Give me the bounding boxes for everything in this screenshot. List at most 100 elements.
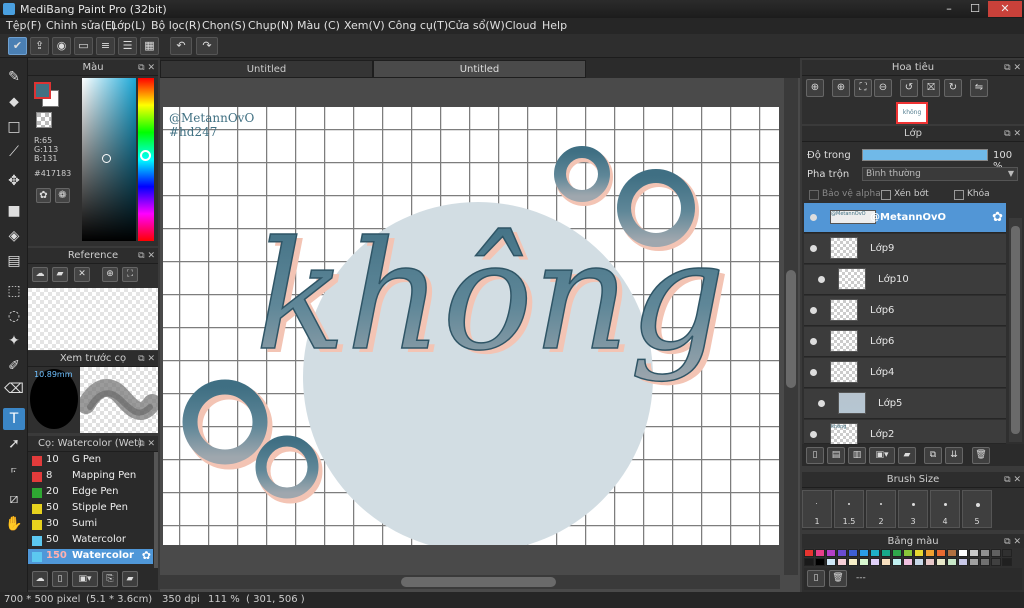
palette-swatch[interactable] <box>815 558 825 566</box>
lasso-icon[interactable]: ◌ <box>3 305 25 327</box>
eyedropper-icon[interactable]: ⟔ <box>3 458 25 480</box>
protect-alpha-checkbox[interactable] <box>809 190 819 200</box>
clipping-checkbox[interactable] <box>881 190 891 200</box>
palette-swatch[interactable] <box>1002 558 1012 566</box>
palette-swatch[interactable] <box>936 558 946 566</box>
eye-icon[interactable] <box>818 400 825 407</box>
brush-item[interactable]: 20 Edge Pen <box>28 485 153 500</box>
palette-add-icon[interactable]: ❁ <box>55 188 70 203</box>
reset-view-icon[interactable]: ⛝ <box>922 79 940 97</box>
brush-item[interactable]: 30 Sumi <box>28 517 153 532</box>
layer-row[interactable]: Lớp4 <box>804 358 1006 388</box>
layer-row[interactable]: @MetannOvO @MetannOvO ✿ <box>804 203 1006 233</box>
palette-swatch[interactable] <box>936 549 946 557</box>
menu-view[interactable]: Xem(V) <box>344 19 385 32</box>
operation-icon[interactable]: ➚ <box>3 433 25 455</box>
drawing-canvas[interactable]: không không @MetannOvO #hd247 <box>163 107 779 545</box>
eye-icon[interactable] <box>810 431 817 438</box>
palette-swatch[interactable] <box>969 549 979 557</box>
palette-swatch[interactable] <box>837 558 847 566</box>
add-layer-menu-icon[interactable]: ▣▾ <box>869 447 895 464</box>
new-halftone-layer-icon[interactable]: ▤ <box>827 447 845 464</box>
eye-icon[interactable] <box>810 214 817 221</box>
palette-swatch[interactable] <box>980 558 990 566</box>
rotate-right-icon[interactable]: ↻ <box>944 79 962 97</box>
select-pen-icon[interactable]: ✐ <box>3 355 25 377</box>
select-eraser-icon[interactable]: ⌫ <box>3 378 25 400</box>
menu-capture[interactable]: Chụp(N) <box>248 19 293 32</box>
fit-icon[interactable]: ⛶ <box>122 267 138 282</box>
panel-float-close-icon[interactable]: ⧉ ✕ <box>1004 472 1021 488</box>
palette-swatch[interactable] <box>914 549 924 557</box>
menu-file[interactable]: Tệp(F) <box>6 19 41 32</box>
bucket-icon[interactable]: ◈ <box>3 225 25 247</box>
main-color-swatch[interactable] <box>34 82 51 99</box>
palette-swatch[interactable] <box>925 558 935 566</box>
folder-brush-icon[interactable]: ▰ <box>122 571 138 587</box>
chat-icon[interactable]: ◉ <box>52 37 71 55</box>
menu-cloud[interactable]: Cloud <box>505 19 536 32</box>
close-button[interactable]: ✕ <box>988 1 1022 17</box>
palette-swatch[interactable] <box>826 549 836 557</box>
tab-untitled-2[interactable]: Untitled <box>373 60 586 78</box>
brush-size-option[interactable]: 3 <box>898 490 928 528</box>
palette-swatch[interactable] <box>859 558 869 566</box>
page-manage-icon[interactable]: ☰ <box>118 37 137 55</box>
brush-size-option[interactable]: 1 <box>802 490 832 528</box>
palette-swatch[interactable] <box>903 558 913 566</box>
delete-layer-icon[interactable]: 🗑 <box>972 447 990 464</box>
reference-canvas[interactable] <box>28 288 158 350</box>
palette-swatch[interactable] <box>848 558 858 566</box>
menu-edit[interactable]: Chỉnh sửa(E) <box>46 19 116 32</box>
layer-scrollbar[interactable] <box>1009 218 1022 442</box>
menu-layer[interactable]: Lớp(L) <box>111 19 146 32</box>
minimize-button[interactable]: – <box>936 1 962 17</box>
folder-icon[interactable]: ▰ <box>898 447 916 464</box>
layer-row[interactable]: không Lớp2 <box>804 420 1006 445</box>
zoom-in-icon[interactable]: ⊕ <box>102 267 118 282</box>
eye-icon[interactable] <box>810 245 817 252</box>
brush-size-option[interactable]: 2 <box>866 490 896 528</box>
palette-swatch[interactable] <box>859 549 869 557</box>
vertical-scrollbar[interactable] <box>784 78 798 575</box>
lock-checkbox[interactable] <box>954 190 964 200</box>
palette-swatch[interactable] <box>881 558 891 566</box>
palette-swatch[interactable] <box>914 558 924 566</box>
layer-row[interactable]: Lớp5 <box>804 389 1006 419</box>
copy-brush-icon[interactable]: ⎘ <box>102 571 118 587</box>
move-icon[interactable]: ✥ <box>3 170 25 192</box>
add-brush-menu-icon[interactable]: ▣▾ <box>72 571 98 587</box>
new-brush-icon[interactable]: ▯ <box>52 571 68 587</box>
brush-item[interactable]: 8 Mapping Pen <box>28 469 153 484</box>
palette-swatch[interactable] <box>892 558 902 566</box>
redo-button[interactable]: ↷ <box>196 37 218 55</box>
palette-swatch[interactable] <box>804 549 814 557</box>
panel-float-close-icon[interactable]: ⧉ ✕ <box>138 60 155 76</box>
brush-icon[interactable]: ✎ <box>3 66 25 88</box>
delete-palette-icon[interactable]: 🗑 <box>829 570 847 587</box>
page-list-icon[interactable]: ≡ <box>96 37 115 55</box>
saturation-value-picker[interactable] <box>82 78 136 241</box>
magic-wand-icon[interactable]: ✦ <box>3 330 25 352</box>
navigator-thumbnail[interactable]: không <box>896 102 928 124</box>
gear-icon[interactable]: ✿ <box>992 210 1003 225</box>
panel-float-close-icon[interactable]: ⧉ ✕ <box>1004 126 1021 142</box>
layer-scroll-thumb[interactable] <box>1011 226 1020 434</box>
pen-line-icon[interactable]: ⟋ <box>3 141 25 163</box>
new-palette-icon[interactable]: ▯ <box>807 570 825 587</box>
tab-untitled-1[interactable]: Untitled <box>160 60 373 78</box>
panel-float-close-icon[interactable]: ⧉ ✕ <box>138 351 155 367</box>
palette-swatch[interactable] <box>903 549 913 557</box>
eye-icon[interactable] <box>810 307 817 314</box>
zoom-plus-icon[interactable]: ⊕ <box>832 79 850 97</box>
menu-color[interactable]: Màu (C) <box>297 19 340 32</box>
gradient-icon[interactable]: ▤ <box>3 250 25 272</box>
palette-swatch[interactable] <box>991 549 1001 557</box>
duplicate-layer-icon[interactable]: ⧉ <box>924 447 942 464</box>
palette-swatch[interactable] <box>870 558 880 566</box>
palette-swatch[interactable] <box>892 549 902 557</box>
transparent-swatch[interactable] <box>36 112 52 128</box>
brush-size-option[interactable]: 1.5 <box>834 490 864 528</box>
palette-swatch[interactable] <box>826 558 836 566</box>
brush-scrollbar[interactable] <box>154 452 158 568</box>
